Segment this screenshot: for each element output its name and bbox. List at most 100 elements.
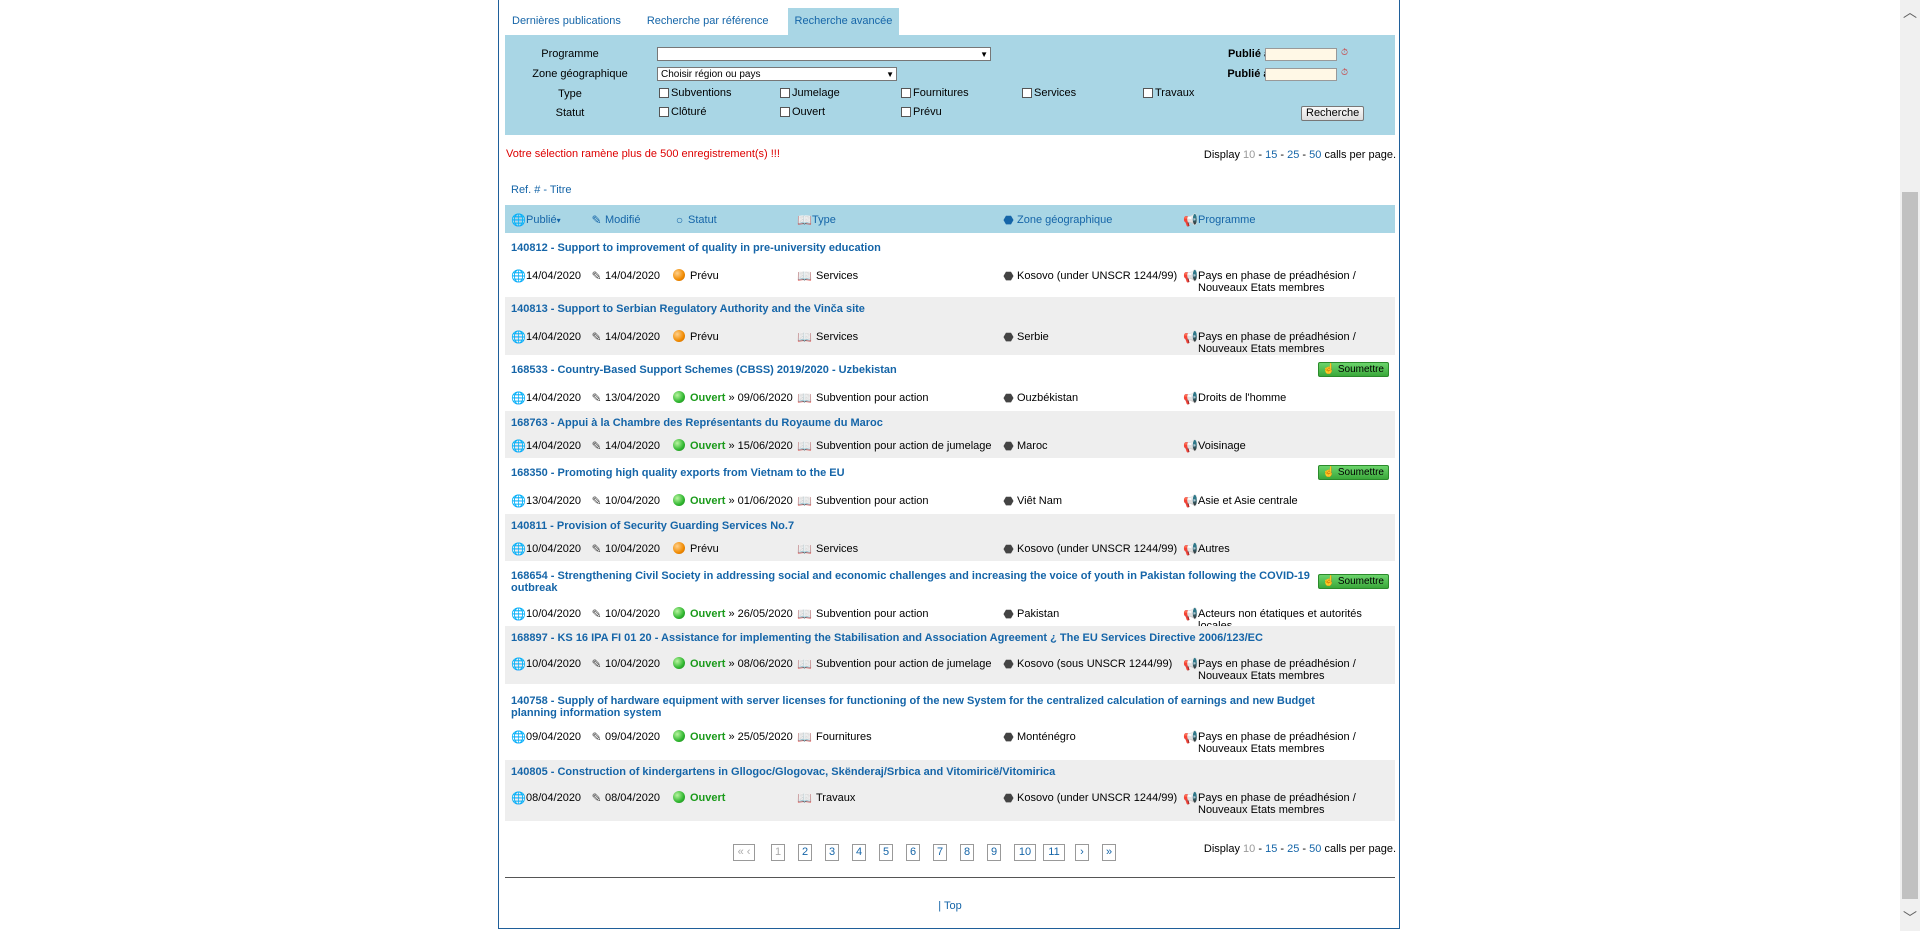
page-link-9[interactable]: 9	[987, 844, 1001, 861]
col-publie[interactable]: 🌐 Publié ▾	[511, 213, 561, 227]
top-link[interactable]: Top	[944, 900, 962, 912]
pager-last[interactable]: »	[1102, 844, 1116, 861]
tab-advanced-search[interactable]: Recherche avancée	[787, 8, 900, 35]
page-link-4[interactable]: 4	[852, 844, 866, 861]
col-modifie[interactable]: ✎ Modifié	[590, 213, 640, 227]
row-title-link[interactable]: 140758 - Supply of hardware equipment wi…	[511, 695, 1331, 719]
status-cell: Ouvert» 01/06/2020	[673, 494, 793, 507]
megaphone-icon: 📢	[1183, 213, 1198, 227]
sort-ref-title[interactable]: Ref. # - Titre	[511, 184, 572, 196]
programme-value: Pays en phase de préadhésion / Nouveaux …	[1198, 270, 1356, 294]
pencil-icon: ✎	[591, 391, 602, 405]
page-link-3[interactable]: 3	[825, 844, 839, 861]
book-icon: 📖	[797, 730, 812, 744]
status-cell: Ouvert» 09/06/2020	[673, 391, 793, 404]
tab-by-reference[interactable]: Recherche par référence	[640, 8, 776, 35]
calendar-icon[interactable]: ⏱	[1341, 67, 1351, 77]
programme-select[interactable]: ▼	[657, 47, 991, 61]
scrollbar-thumb[interactable]	[1902, 192, 1918, 899]
scrollbar[interactable]: ︿ ﹀	[1900, 0, 1920, 931]
published-value: 14/04/2020	[526, 440, 582, 452]
row-title-link[interactable]: 168654 - Strengthening Civil Society in …	[511, 570, 1331, 594]
modified-value: 14/04/2020	[605, 270, 661, 282]
modified-date: ✎ 10/04/2020	[590, 608, 660, 620]
row-title-link[interactable]: 168533 - Country-Based Support Schemes (…	[511, 364, 1331, 376]
checkbox-box[interactable]	[659, 107, 669, 117]
publie-avant-input[interactable]	[1265, 48, 1337, 61]
tab-latest[interactable]: Dernières publications	[505, 8, 628, 35]
search-button[interactable]: Recherche	[1301, 106, 1365, 121]
page-link-10[interactable]: 10	[1014, 844, 1036, 861]
row-title-link[interactable]: 168897 - KS 16 IPA FI 01 20 - Assistance…	[511, 632, 1331, 644]
globe-icon: 🌐	[511, 269, 526, 283]
statut-ouvert-checkbox[interactable]: Ouvert	[780, 106, 825, 118]
status-value: Ouvert	[690, 440, 726, 452]
map-pin-icon: ⬣	[1003, 439, 1014, 453]
calendar-icon[interactable]: ⏱	[1341, 47, 1351, 57]
checkbox-box[interactable]	[1022, 88, 1032, 98]
checkbox-box[interactable]	[901, 88, 911, 98]
pencil-icon: ✎	[591, 213, 602, 227]
page-link-7[interactable]: 7	[933, 844, 947, 861]
page-link-11[interactable]: 11	[1043, 844, 1065, 861]
type-value: Services	[816, 270, 859, 282]
map-pin-icon: ⬣	[1003, 269, 1014, 283]
statut-prevu-checkbox[interactable]: Prévu	[901, 106, 942, 118]
scroll-up-icon[interactable]: ︿	[1903, 2, 1917, 22]
submit-button[interactable]: ☝ Soumettre	[1317, 362, 1389, 377]
pager-next[interactable]: ›	[1075, 844, 1089, 861]
page-link-2[interactable]: 2	[798, 844, 812, 861]
divider	[505, 877, 1395, 878]
scroll-down-icon[interactable]: ﹀	[1903, 908, 1917, 928]
display-option-50[interactable]: 50	[1309, 149, 1321, 161]
checkbox-box[interactable]	[780, 107, 790, 117]
type-fournitures-checkbox[interactable]: Fournitures	[901, 87, 969, 99]
row-title-link[interactable]: 140805 - Construction of kindergartens i…	[511, 766, 1331, 778]
row-title-link[interactable]: 140813 - Support to Serbian Regulatory A…	[511, 303, 1331, 315]
statut-cloture-checkbox[interactable]: Clôturé	[659, 106, 706, 118]
status-green-icon	[673, 439, 685, 451]
zone-select[interactable]: Choisir région ou pays ▼	[657, 67, 897, 81]
modified-value: 14/04/2020	[605, 331, 661, 343]
checkbox-box[interactable]	[901, 107, 911, 117]
display-option-15[interactable]: 15	[1265, 149, 1277, 161]
col-type[interactable]: 📖 Type	[797, 213, 836, 227]
pencil-icon: ✎	[591, 269, 602, 283]
row-title-link[interactable]: 168350 - Promoting high quality exports …	[511, 467, 1331, 479]
published-date: 🌐 14/04/2020	[511, 270, 581, 282]
display-option-50[interactable]: 50	[1309, 843, 1321, 855]
submit-label: Soumettre	[1337, 364, 1384, 375]
page-link-5[interactable]: 5	[879, 844, 893, 861]
col-zone[interactable]: ⬣ Zone géographique	[1002, 213, 1112, 227]
programme-value: Pays en phase de préadhésion / Nouveaux …	[1198, 792, 1356, 816]
type-jumelage-checkbox[interactable]: Jumelage	[780, 87, 840, 99]
page-link-6[interactable]: 6	[906, 844, 920, 861]
deadline-value: » 08/06/2020	[728, 658, 793, 670]
type-services-checkbox[interactable]: Services	[1022, 87, 1076, 99]
page-link-8[interactable]: 8	[960, 844, 974, 861]
type-subventions-checkbox[interactable]: Subventions	[659, 87, 732, 99]
publie-apres-input[interactable]	[1265, 68, 1337, 81]
row-title-link[interactable]: 140811 - Provision of Security Guarding …	[511, 520, 1331, 532]
submit-button[interactable]: ☝ Soumettre	[1317, 465, 1389, 480]
published-date: 🌐 08/04/2020	[511, 792, 581, 804]
display-option-25[interactable]: 25	[1287, 149, 1299, 161]
col-programme[interactable]: 📢 Programme	[1183, 213, 1255, 227]
checkbox-label: Clôturé	[671, 106, 707, 118]
display-option-25[interactable]: 25	[1287, 843, 1299, 855]
checkbox-box[interactable]	[659, 88, 669, 98]
checkbox-label: Subventions	[671, 87, 732, 99]
type-travaux-checkbox[interactable]: Travaux	[1143, 87, 1194, 99]
status-orange-icon	[673, 542, 685, 554]
col-statut[interactable]: ○ Statut	[673, 213, 717, 227]
status-value: Ouvert	[690, 392, 726, 404]
checkbox-box[interactable]	[1143, 88, 1153, 98]
display-option-15[interactable]: 15	[1265, 843, 1277, 855]
modified-value: 10/04/2020	[605, 495, 661, 507]
checkbox-box[interactable]	[780, 88, 790, 98]
row-title-link[interactable]: 140812 - Support to improvement of quali…	[511, 242, 1331, 254]
display-per-page-top: Display 10 - 15 - 25 - 50 calls per page…	[1203, 149, 1396, 161]
row-title-link[interactable]: 168763 - Appui à la Chambre des Représen…	[511, 417, 1331, 429]
submit-button[interactable]: ☝ Soumettre	[1317, 574, 1389, 589]
tab-bar: Dernières publications Recherche par réf…	[505, 8, 900, 35]
